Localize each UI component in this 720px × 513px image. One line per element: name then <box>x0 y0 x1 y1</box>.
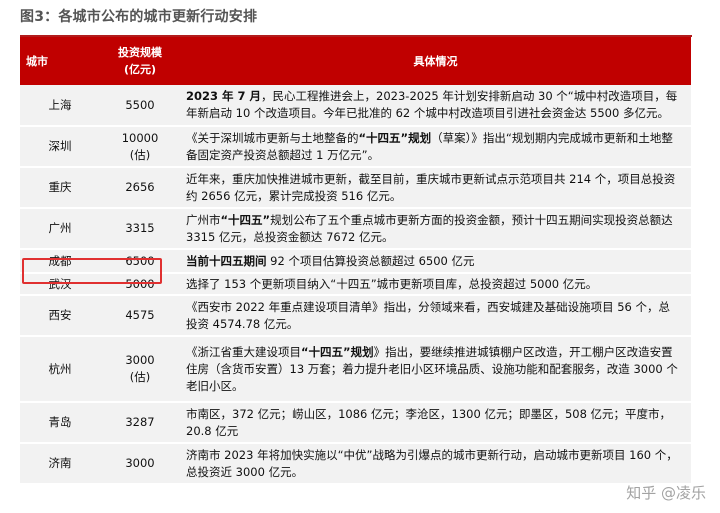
details-text: 92 个项目估算投资总额超过 6500 亿元 <box>266 253 475 268</box>
details-bold: “十四五” <box>220 212 271 227</box>
details-cell: 近年来，重庆加快推进城市更新，截至目前，重庆城市更新试点示范项目共 214 个，… <box>180 167 691 209</box>
details-cell: 《关于深圳城市更新与土地整备的“十四五”规划（草案）》指出“规划期内完成城市更新… <box>180 126 691 168</box>
table-row: 深圳 10000 (估) 《关于深圳城市更新与土地整备的“十四五”规划（草案）》指… <box>20 126 691 168</box>
table-row: 杭州 3000 (估) 《浙江省重大建设项目“十四五”规划》指出，要继续推进城镇棚… <box>20 336 691 403</box>
table-row: 重庆 2656 近年来，重庆加快推进城市更新，截至目前，重庆城市更新试点示范项目… <box>20 167 691 209</box>
details-cell: 济南市 2023 年将加快实施以“中优”战略为引爆点的城市更新行动，启动城市更新… <box>180 443 691 485</box>
investment-cell: 2656 <box>100 167 180 209</box>
details-cell: 市南区，372 亿元；崂山区，1086 亿元；李沧区，1300 亿元；即墨区，5… <box>180 402 691 444</box>
details-bold: 当前十四五期间 <box>186 253 267 268</box>
city-cell: 西安 <box>20 295 100 337</box>
investment-cell: 4575 <box>100 295 180 337</box>
table-header-row: 城市 投资规模 (亿元) 具体情况 <box>20 37 691 85</box>
investment-value: 3000 <box>125 353 155 367</box>
city-cell: 青岛 <box>20 402 100 444</box>
header-details: 具体情况 <box>180 37 691 85</box>
details-pre: 《浙江省重大建设项目 <box>186 344 301 359</box>
details-cell: 2023 年 7 月，民心工程推进会上，2023-2025 年计划安排新启动 3… <box>180 85 691 127</box>
details-bold: “十四五”规划 <box>358 130 432 145</box>
details-pre: 《关于深圳城市更新与土地整备的 <box>186 130 359 145</box>
details-pre: 广州市 <box>186 212 221 227</box>
figure-title: 图3：各城市公布的城市更新行动安排 <box>20 9 258 25</box>
header-investment-line1: 投资规模 <box>118 46 162 59</box>
details-bold: 2023 年 7 月 <box>186 89 262 103</box>
details-cell: 当前十四五期间 92 个项目估算投资总额超过 6500 亿元 <box>180 249 691 274</box>
table-row: 济南 3000 济南市 2023 年将加快实施以“中优”战略为引爆点的城市更新行… <box>20 443 691 485</box>
investment-note: (估) <box>129 370 151 384</box>
header-city: 城市 <box>20 37 100 85</box>
investment-cell: 3315 <box>100 208 180 250</box>
chengdu-highlight-box <box>22 258 162 284</box>
details-bold: “十四五”规划 <box>301 344 374 359</box>
city-cell: 深圳 <box>20 126 100 168</box>
investment-cell: 3000 (估) <box>100 336 180 403</box>
details-cell: 选择了 153 个更新项目纳入“十四五”城市更新项目库，总投资超过 5000 亿… <box>180 273 691 296</box>
details-cell: 广州市“十四五”规划公布了五个重点城市更新方面的投资金额，预计十四五期间实现投资… <box>180 208 691 250</box>
city-cell: 杭州 <box>20 336 100 403</box>
watermark: 知乎 @凌乐 <box>626 484 706 502</box>
city-cell: 重庆 <box>20 167 100 209</box>
investment-cell: 10000 (估) <box>100 126 180 168</box>
table-row: 上海 5500 2023 年 7 月，民心工程推进会上，2023-2025 年计… <box>20 85 691 127</box>
city-cell: 广州 <box>20 208 100 250</box>
table-row: 青岛 3287 市南区，372 亿元；崂山区，1086 亿元；李沧区，1300 … <box>20 402 691 444</box>
investment-value: 10000 <box>121 130 159 145</box>
table-row: 广州 3315 广州市“十四五”规划公布了五个重点城市更新方面的投资金额，预计十… <box>20 208 691 250</box>
city-cell: 济南 <box>20 443 100 485</box>
details-cell: 《西安市 2022 年重点建设项目清单》指出，分领域来看，西安城建及基础设施项目… <box>180 295 691 337</box>
investment-note: (估) <box>129 147 151 162</box>
page: 图3：各城市公布的城市更新行动安排 城市 投资规模 (亿元) 具体情况 上海 5… <box>0 0 720 513</box>
investment-cell: 3287 <box>100 402 180 444</box>
header-investment-line2: (亿元) <box>123 63 157 76</box>
investment-cell: 3000 <box>100 443 180 485</box>
details-cell: 《浙江省重大建设项目“十四五”规划》指出，要继续推进城镇棚户区改造，开工棚户区改… <box>180 336 691 403</box>
city-cell: 上海 <box>20 85 100 127</box>
table-row: 西安 4575 《西安市 2022 年重点建设项目清单》指出，分领域来看，西安城… <box>20 295 691 337</box>
header-investment: 投资规模 (亿元) <box>100 37 180 85</box>
investment-cell: 5500 <box>100 85 180 127</box>
